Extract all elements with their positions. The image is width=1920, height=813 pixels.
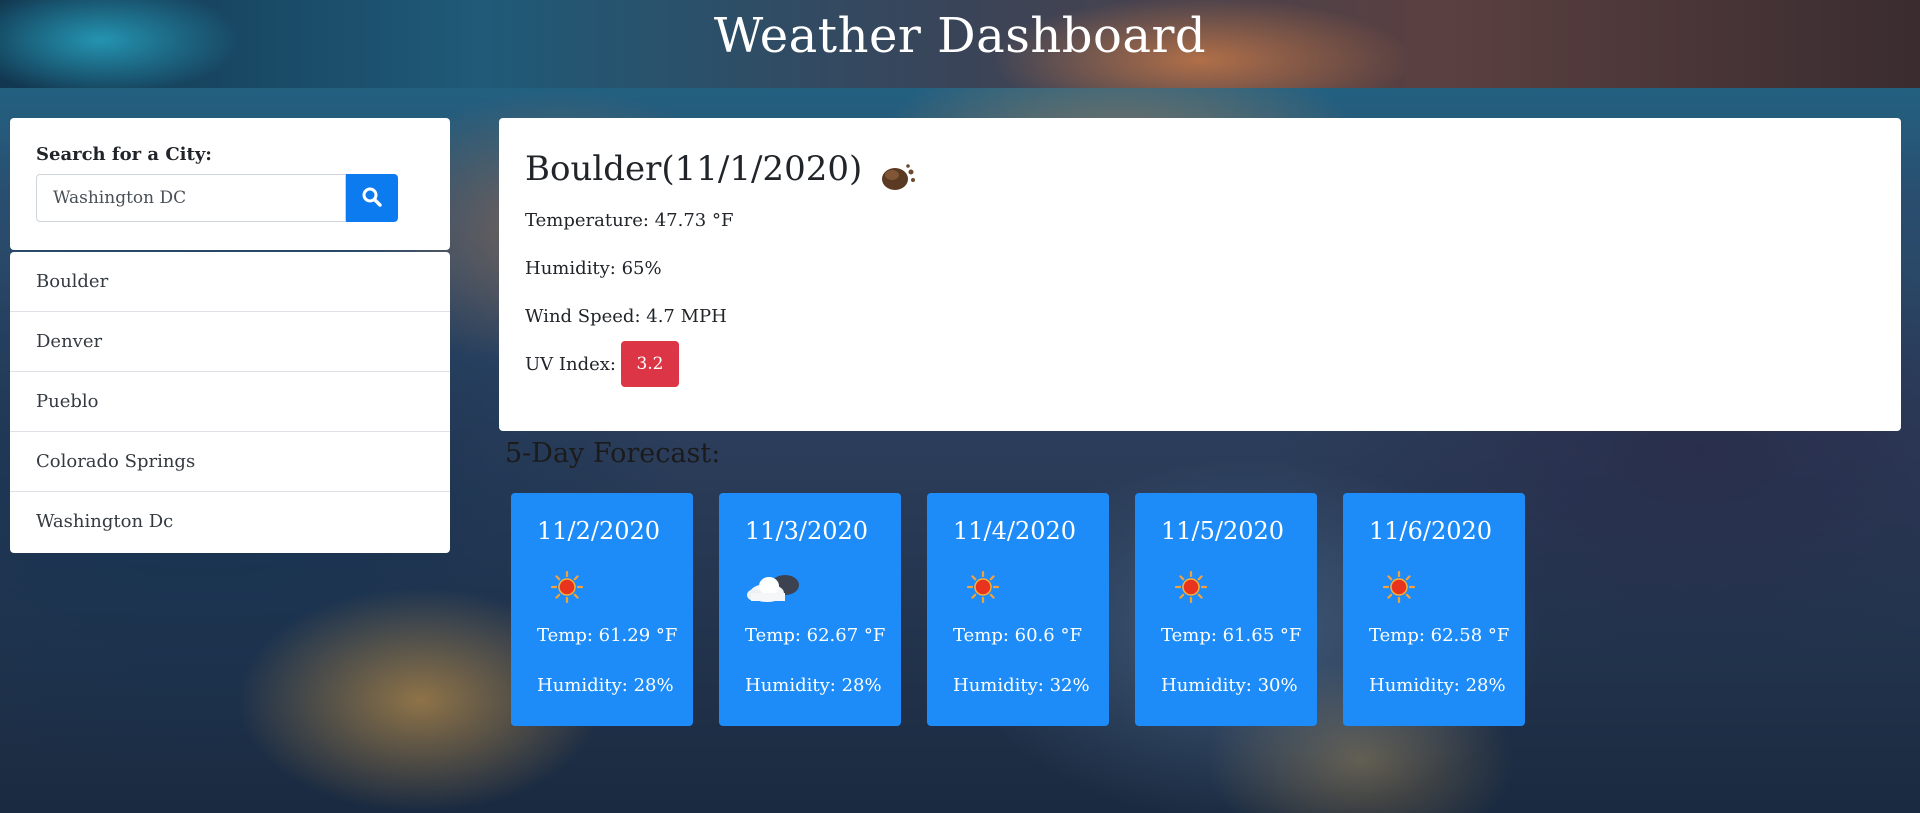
uv-index-label: UV Index: bbox=[525, 353, 616, 375]
forecast-humidity: Humidity: 30% bbox=[1161, 675, 1298, 696]
current-title-row: Boulder(11/1/2020) bbox=[525, 144, 1875, 194]
history-item-washington-dc[interactable]: Washington Dc bbox=[10, 492, 450, 553]
night-cloud-icon bbox=[878, 155, 918, 195]
forecast-temp: Temp: 61.65 °F bbox=[1161, 625, 1302, 646]
forecast-title: 5-Day Forecast: bbox=[505, 438, 721, 469]
cloud-icon bbox=[745, 565, 809, 609]
current-temperature: Temperature: 47.73 °F bbox=[525, 210, 734, 231]
forecast-humidity: Humidity: 28% bbox=[537, 675, 674, 696]
header-banner: Weather Dashboard bbox=[0, 0, 1920, 88]
forecast-card: 11/3/2020 Temp: 62.67 °F Humidity: 28% bbox=[719, 493, 901, 726]
search-card: Search for a City: bbox=[10, 118, 450, 250]
search-button[interactable] bbox=[346, 174, 398, 222]
current-city-date: Boulder(11/1/2020) bbox=[525, 149, 863, 189]
forecast-humidity: Humidity: 28% bbox=[1369, 675, 1506, 696]
history-item-pueblo[interactable]: Pueblo bbox=[10, 372, 450, 432]
current-humidity: Humidity: 65% bbox=[525, 258, 662, 279]
forecast-temp: Temp: 60.6 °F bbox=[953, 625, 1082, 646]
forecast-card: 11/6/2020 Temp: 62.58 °F Humidity: 28% bbox=[1343, 493, 1525, 726]
search-label: Search for a City: bbox=[36, 144, 212, 165]
forecast-date: 11/6/2020 bbox=[1369, 517, 1493, 545]
search-icon bbox=[362, 187, 382, 210]
history-item-boulder[interactable]: Boulder bbox=[10, 252, 450, 312]
search-row bbox=[36, 174, 424, 222]
search-input[interactable] bbox=[36, 174, 346, 222]
forecast-temp: Temp: 62.58 °F bbox=[1369, 625, 1510, 646]
history-item-colorado-springs[interactable]: Colorado Springs bbox=[10, 432, 450, 492]
forecast-date: 11/3/2020 bbox=[745, 517, 869, 545]
forecast-card: 11/4/2020 Temp: 60.6 °F Humidity: 32% bbox=[927, 493, 1109, 726]
forecast-humidity: Humidity: 28% bbox=[745, 675, 882, 696]
sun-icon bbox=[537, 565, 601, 609]
uv-index-badge: 3.2 bbox=[620, 341, 679, 387]
forecast-date: 11/2/2020 bbox=[537, 517, 661, 545]
sun-icon bbox=[953, 565, 1017, 609]
uv-index-row: UV Index: 3.2 bbox=[525, 341, 1875, 387]
forecast-date: 11/4/2020 bbox=[953, 517, 1077, 545]
forecast-temp: Temp: 61.29 °F bbox=[537, 625, 678, 646]
forecast-temp: Temp: 62.67 °F bbox=[745, 625, 886, 646]
forecast-date: 11/5/2020 bbox=[1161, 517, 1285, 545]
current-weather-card: Boulder(11/1/2020) Temperature: 47.73 °F… bbox=[499, 118, 1901, 431]
sun-icon bbox=[1161, 565, 1225, 609]
forecast-card: 11/5/2020 Temp: 61.65 °F Humidity: 30% bbox=[1135, 493, 1317, 726]
forecast-humidity: Humidity: 32% bbox=[953, 675, 1090, 696]
search-history-list: Boulder Denver Pueblo Colorado Springs W… bbox=[10, 252, 450, 553]
page-title: Weather Dashboard bbox=[713, 8, 1207, 64]
current-wind-speed: Wind Speed: 4.7 MPH bbox=[525, 306, 727, 327]
sun-icon bbox=[1369, 565, 1433, 609]
history-item-denver[interactable]: Denver bbox=[10, 312, 450, 372]
forecast-card: 11/2/2020 Temp: 61.29 °F Humidity: 28% bbox=[511, 493, 693, 726]
